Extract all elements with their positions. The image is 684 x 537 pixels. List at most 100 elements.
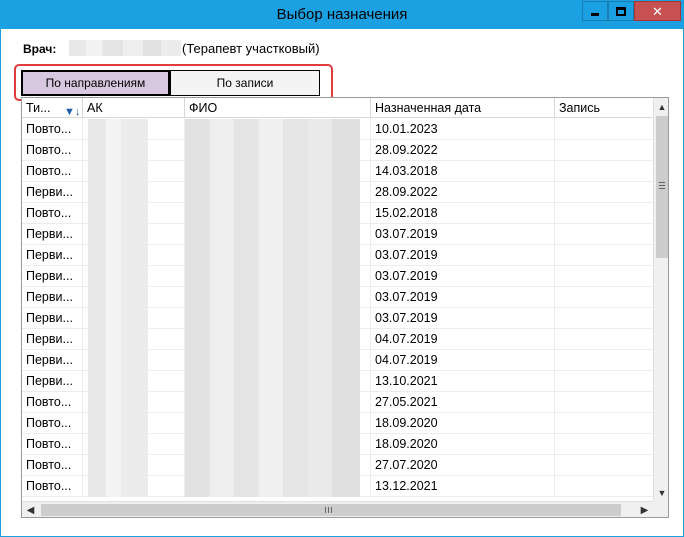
table-row[interactable]: Повто... 10.01.2023: [22, 119, 653, 140]
cell-record: [555, 413, 653, 434]
ak-redacted: [88, 119, 148, 140]
ak-redacted: [88, 203, 148, 224]
table-row[interactable]: Повто... 27.05.2021: [22, 392, 653, 413]
scroll-down-icon[interactable]: ▼: [654, 484, 668, 501]
column-header-fio[interactable]: ФИО: [185, 98, 371, 118]
cell-type: Перви...: [22, 182, 83, 203]
cell-type: Перви...: [22, 371, 83, 392]
horizontal-scroll-thumb[interactable]: [41, 504, 621, 516]
ak-redacted: [88, 224, 148, 245]
fio-redacted: [185, 308, 360, 329]
table-row[interactable]: Повто... 18.09.2020: [22, 413, 653, 434]
table-row[interactable]: Повто... 14.03.2018: [22, 161, 653, 182]
vertical-scroll-thumb[interactable]: [656, 116, 668, 258]
vertical-scrollbar[interactable]: ▲ ▼: [653, 98, 668, 501]
table-row[interactable]: Перви... 03.07.2019: [22, 287, 653, 308]
table-row[interactable]: Перви... 03.07.2019: [22, 266, 653, 287]
cell-date: 03.07.2019: [371, 308, 555, 329]
column-header-date[interactable]: Назначенная дата: [371, 98, 555, 118]
close-button[interactable]: ✕: [634, 1, 681, 21]
cell-date: 13.12.2021: [371, 476, 555, 497]
doctor-label: Врач:: [23, 42, 57, 56]
ak-redacted: [88, 413, 148, 434]
cell-record: [555, 329, 653, 350]
cell-date: 18.09.2020: [371, 434, 555, 455]
cell-type: Повто...: [22, 119, 83, 140]
table-row[interactable]: Перви... 03.07.2019: [22, 245, 653, 266]
table-row[interactable]: Перви... 03.07.2019: [22, 224, 653, 245]
scroll-up-icon[interactable]: ▲: [654, 98, 668, 115]
cell-type: Перви...: [22, 266, 83, 287]
cell-date: 27.05.2021: [371, 392, 555, 413]
cell-record: [555, 434, 653, 455]
doctor-role: (Терапевт участковый): [182, 41, 320, 56]
ak-redacted: [88, 182, 148, 203]
fio-redacted: [185, 266, 360, 287]
cell-date: 28.09.2022: [371, 140, 555, 161]
cell-date: 03.07.2019: [371, 266, 555, 287]
grip-icon: [325, 507, 332, 513]
fio-redacted: [185, 476, 360, 497]
title-bar[interactable]: Выбор назначения ✕: [1, 1, 683, 29]
minimize-icon: [591, 12, 599, 16]
cell-record: [555, 224, 653, 245]
column-header-type[interactable]: Ти... ▼↓: [22, 98, 83, 118]
minimize-button[interactable]: [582, 1, 608, 21]
grid-header: Ти... ▼↓ АК ФИО Назначенная дата Запись: [22, 98, 653, 118]
cell-type: Повто...: [22, 434, 83, 455]
cell-record: [555, 182, 653, 203]
horizontal-scrollbar[interactable]: ◀ ▶: [22, 501, 653, 517]
dialog-body: Врач: (Терапевт участковый) По направлен…: [9, 29, 677, 530]
grip-icon: [659, 182, 665, 189]
appointments-grid[interactable]: Ти... ▼↓ АК ФИО Назначенная дата Запись …: [21, 97, 669, 518]
fio-redacted: [185, 329, 360, 350]
table-row[interactable]: Перви... 04.07.2019: [22, 329, 653, 350]
tab-by-appointment[interactable]: По записи: [170, 70, 320, 96]
cell-record: [555, 392, 653, 413]
cell-date: 03.07.2019: [371, 287, 555, 308]
fio-redacted: [185, 434, 360, 455]
table-row[interactable]: Повто... 18.09.2020: [22, 434, 653, 455]
fio-redacted: [185, 287, 360, 308]
ak-redacted: [88, 371, 148, 392]
cell-record: [555, 476, 653, 497]
ak-redacted: [88, 392, 148, 413]
cell-date: 13.10.2021: [371, 371, 555, 392]
table-row[interactable]: Повто... 13.12.2021: [22, 476, 653, 497]
ak-redacted: [88, 287, 148, 308]
column-header-record[interactable]: Запись: [555, 98, 653, 118]
cell-date: 04.07.2019: [371, 329, 555, 350]
cell-record: [555, 161, 653, 182]
table-row[interactable]: Перви... 04.07.2019: [22, 350, 653, 371]
table-row[interactable]: Перви... 13.10.2021: [22, 371, 653, 392]
cell-date: 14.03.2018: [371, 161, 555, 182]
filter-sort-icon[interactable]: ▼↓: [64, 102, 80, 118]
table-row[interactable]: Перви... 03.07.2019: [22, 308, 653, 329]
cell-type: Перви...: [22, 287, 83, 308]
ak-redacted: [88, 266, 148, 287]
tab-by-referrals[interactable]: По направлениям: [21, 70, 170, 96]
cell-date: 27.07.2020: [371, 455, 555, 476]
table-row[interactable]: Повто... 28.09.2022: [22, 140, 653, 161]
cell-type: Повто...: [22, 203, 83, 224]
window-title: Выбор назначения: [276, 6, 408, 23]
column-header-type-label: Ти...: [26, 101, 51, 115]
ak-redacted: [88, 434, 148, 455]
cell-record: [555, 266, 653, 287]
cell-type: Повто...: [22, 140, 83, 161]
column-header-ak[interactable]: АК: [83, 98, 185, 118]
table-row[interactable]: Перви... 28.09.2022: [22, 182, 653, 203]
scroll-right-icon[interactable]: ▶: [636, 502, 653, 517]
table-row[interactable]: Повто... 15.02.2018: [22, 203, 653, 224]
scroll-left-icon[interactable]: ◀: [22, 502, 39, 517]
cell-date: 15.02.2018: [371, 203, 555, 224]
table-row[interactable]: Повто... 27.07.2020: [22, 455, 653, 476]
ak-redacted: [88, 455, 148, 476]
maximize-button[interactable]: [608, 1, 634, 21]
cell-record: [555, 287, 653, 308]
cell-date: 10.01.2023: [371, 119, 555, 140]
fio-redacted: [185, 350, 360, 371]
cell-record: [555, 371, 653, 392]
cell-date: 03.07.2019: [371, 245, 555, 266]
close-icon: ✕: [652, 3, 663, 19]
